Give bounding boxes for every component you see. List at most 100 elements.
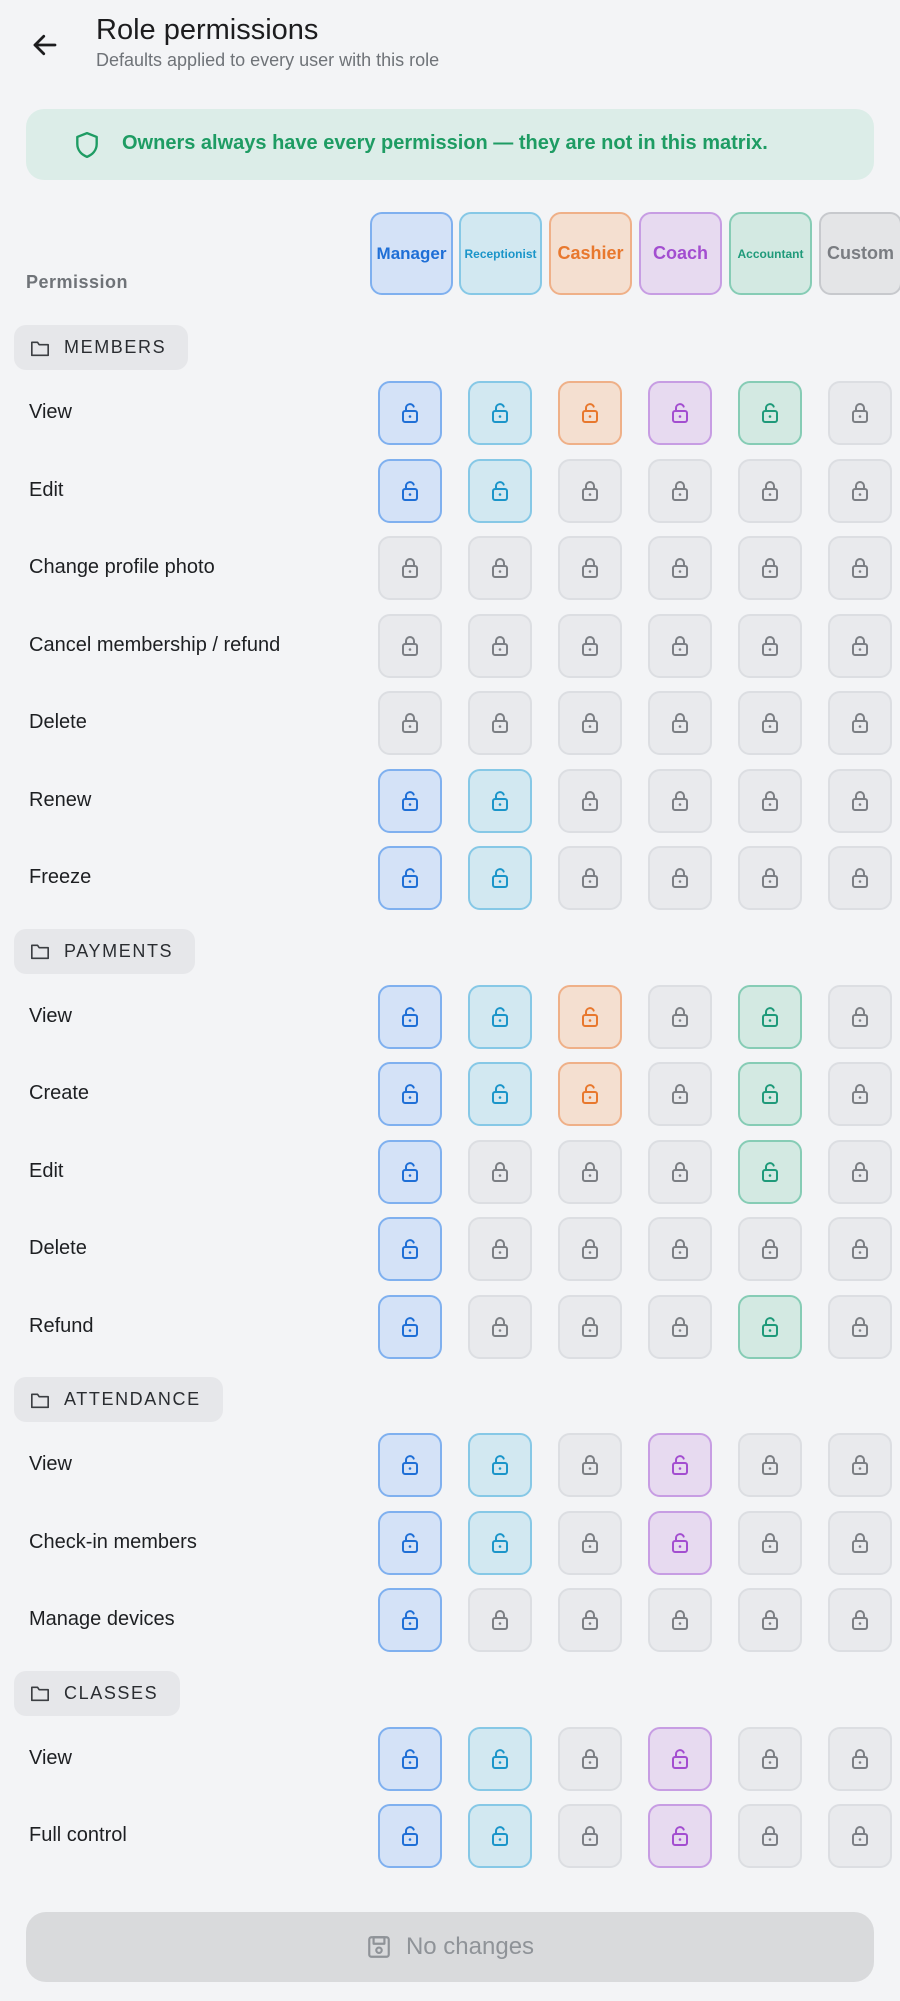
role-header-manager[interactable]: Manager (370, 212, 453, 295)
permission-toggle-attendance-check-in-members-custom[interactable] (828, 1510, 892, 1575)
permission-toggle-attendance-view-accountant[interactable] (738, 1433, 802, 1497)
permission-toggle-members-freeze-custom[interactable] (828, 846, 892, 910)
permission-toggle-attendance-view-manager[interactable] (378, 1433, 442, 1497)
permission-toggle-payments-refund-accountant[interactable] (738, 1294, 802, 1359)
permission-toggle-classes-view-coach[interactable] (648, 1726, 712, 1791)
permission-toggle-classes-view-custom[interactable] (828, 1726, 892, 1791)
permission-toggle-attendance-manage-devices-manager[interactable] (378, 1588, 442, 1652)
permission-toggle-payments-edit-manager[interactable] (378, 1139, 442, 1204)
role-header-accountant[interactable]: Accountant (729, 212, 812, 295)
permission-toggle-classes-full-control-coach[interactable] (648, 1804, 712, 1868)
permission-toggle-attendance-check-in-members-coach[interactable] (648, 1510, 712, 1575)
permission-toggle-attendance-manage-devices-coach[interactable] (648, 1588, 712, 1652)
permission-toggle-members-change-profile-photo-cashier[interactable] (558, 536, 622, 600)
permission-toggle-payments-create-accountant[interactable] (738, 1062, 802, 1126)
permission-toggle-payments-create-receptionist[interactable] (468, 1062, 532, 1126)
permission-toggle-classes-full-control-manager[interactable] (378, 1804, 442, 1868)
permission-toggle-attendance-check-in-members-cashier[interactable] (558, 1510, 622, 1575)
permission-toggle-members-delete-manager[interactable] (378, 691, 442, 755)
permission-toggle-payments-edit-accountant[interactable] (738, 1139, 802, 1204)
permission-toggle-members-cancel-membership-refund-receptionist[interactable] (468, 613, 532, 678)
permission-toggle-classes-view-cashier[interactable] (558, 1726, 622, 1791)
permission-toggle-payments-edit-receptionist[interactable] (468, 1139, 532, 1204)
permission-toggle-payments-delete-accountant[interactable] (738, 1217, 802, 1281)
permission-toggle-members-cancel-membership-refund-custom[interactable] (828, 613, 892, 678)
permission-toggle-payments-create-custom[interactable] (828, 1062, 892, 1126)
permission-toggle-members-edit-receptionist[interactable] (468, 458, 532, 523)
permission-toggle-members-change-profile-photo-coach[interactable] (648, 536, 712, 600)
permission-toggle-attendance-view-custom[interactable] (828, 1433, 892, 1497)
permission-toggle-members-view-custom[interactable] (828, 381, 892, 445)
permission-toggle-payments-refund-receptionist[interactable] (468, 1294, 532, 1359)
permission-toggle-payments-view-accountant[interactable] (738, 984, 802, 1049)
permission-toggle-members-cancel-membership-refund-manager[interactable] (378, 613, 442, 678)
permission-toggle-payments-create-coach[interactable] (648, 1062, 712, 1126)
permission-toggle-members-change-profile-photo-receptionist[interactable] (468, 536, 532, 600)
permission-toggle-members-renew-custom[interactable] (828, 768, 892, 833)
permission-toggle-members-view-manager[interactable] (378, 381, 442, 445)
permission-toggle-members-edit-custom[interactable] (828, 458, 892, 523)
role-header-cashier[interactable]: Cashier (549, 212, 632, 295)
permission-toggle-payments-create-manager[interactable] (378, 1062, 442, 1126)
permission-toggle-payments-delete-cashier[interactable] (558, 1217, 622, 1281)
permission-toggle-attendance-manage-devices-accountant[interactable] (738, 1588, 802, 1652)
permission-toggle-members-edit-coach[interactable] (648, 458, 712, 523)
permission-toggle-members-view-cashier[interactable] (558, 381, 622, 445)
permission-toggle-members-renew-cashier[interactable] (558, 768, 622, 833)
permission-toggle-classes-view-receptionist[interactable] (468, 1726, 532, 1791)
permission-toggle-payments-delete-coach[interactable] (648, 1217, 712, 1281)
permission-toggle-members-delete-receptionist[interactable] (468, 691, 532, 755)
permission-toggle-payments-refund-cashier[interactable] (558, 1294, 622, 1359)
permission-toggle-members-cancel-membership-refund-cashier[interactable] (558, 613, 622, 678)
permission-toggle-members-change-profile-photo-accountant[interactable] (738, 536, 802, 600)
permission-toggle-classes-full-control-custom[interactable] (828, 1804, 892, 1868)
permission-toggle-members-freeze-cashier[interactable] (558, 846, 622, 910)
permission-toggle-attendance-manage-devices-custom[interactable] (828, 1588, 892, 1652)
permission-toggle-members-edit-cashier[interactable] (558, 458, 622, 523)
permission-toggle-attendance-check-in-members-receptionist[interactable] (468, 1510, 532, 1575)
permission-toggle-classes-full-control-receptionist[interactable] (468, 1804, 532, 1868)
permission-toggle-payments-view-receptionist[interactable] (468, 984, 532, 1049)
permission-toggle-attendance-manage-devices-receptionist[interactable] (468, 1588, 532, 1652)
permission-toggle-payments-view-cashier[interactable] (558, 984, 622, 1049)
permission-toggle-members-renew-receptionist[interactable] (468, 768, 532, 833)
permission-toggle-attendance-view-cashier[interactable] (558, 1433, 622, 1497)
permission-toggle-payments-refund-coach[interactable] (648, 1294, 712, 1359)
permission-toggle-payments-refund-custom[interactable] (828, 1294, 892, 1359)
permission-toggle-members-change-profile-photo-custom[interactable] (828, 536, 892, 600)
permission-toggle-classes-full-control-cashier[interactable] (558, 1804, 622, 1868)
permission-toggle-classes-view-accountant[interactable] (738, 1726, 802, 1791)
permission-toggle-members-view-accountant[interactable] (738, 381, 802, 445)
permission-toggle-payments-delete-receptionist[interactable] (468, 1217, 532, 1281)
role-header-custom[interactable]: Custom (819, 212, 900, 295)
permission-toggle-members-freeze-receptionist[interactable] (468, 846, 532, 910)
permission-toggle-payments-delete-manager[interactable] (378, 1217, 442, 1281)
permission-toggle-members-renew-coach[interactable] (648, 768, 712, 833)
permission-toggle-members-delete-custom[interactable] (828, 691, 892, 755)
permission-toggle-attendance-view-receptionist[interactable] (468, 1433, 532, 1497)
back-button[interactable] (22, 22, 68, 68)
permission-toggle-members-change-profile-photo-manager[interactable] (378, 536, 442, 600)
permission-toggle-payments-edit-cashier[interactable] (558, 1139, 622, 1204)
permission-toggle-classes-full-control-accountant[interactable] (738, 1804, 802, 1868)
permission-toggle-payments-edit-coach[interactable] (648, 1139, 712, 1204)
permission-toggle-members-renew-accountant[interactable] (738, 768, 802, 833)
role-header-receptionist[interactable]: Receptionist (459, 212, 542, 295)
permission-toggle-attendance-view-coach[interactable] (648, 1433, 712, 1497)
permission-toggle-members-delete-accountant[interactable] (738, 691, 802, 755)
permission-toggle-attendance-manage-devices-cashier[interactable] (558, 1588, 622, 1652)
permission-toggle-members-cancel-membership-refund-coach[interactable] (648, 613, 712, 678)
permission-toggle-payments-delete-custom[interactable] (828, 1217, 892, 1281)
permission-toggle-members-cancel-membership-refund-accountant[interactable] (738, 613, 802, 678)
permission-toggle-members-view-receptionist[interactable] (468, 381, 532, 445)
permission-toggle-payments-refund-manager[interactable] (378, 1294, 442, 1359)
permission-toggle-payments-view-custom[interactable] (828, 984, 892, 1049)
permission-toggle-members-delete-cashier[interactable] (558, 691, 622, 755)
permission-toggle-members-freeze-manager[interactable] (378, 846, 442, 910)
role-header-coach[interactable]: Coach (639, 212, 722, 295)
permission-toggle-members-view-coach[interactable] (648, 381, 712, 445)
permission-toggle-payments-view-manager[interactable] (378, 984, 442, 1049)
permission-toggle-members-renew-manager[interactable] (378, 768, 442, 833)
permission-toggle-members-delete-coach[interactable] (648, 691, 712, 755)
save-button[interactable]: No changes (26, 1912, 874, 1982)
